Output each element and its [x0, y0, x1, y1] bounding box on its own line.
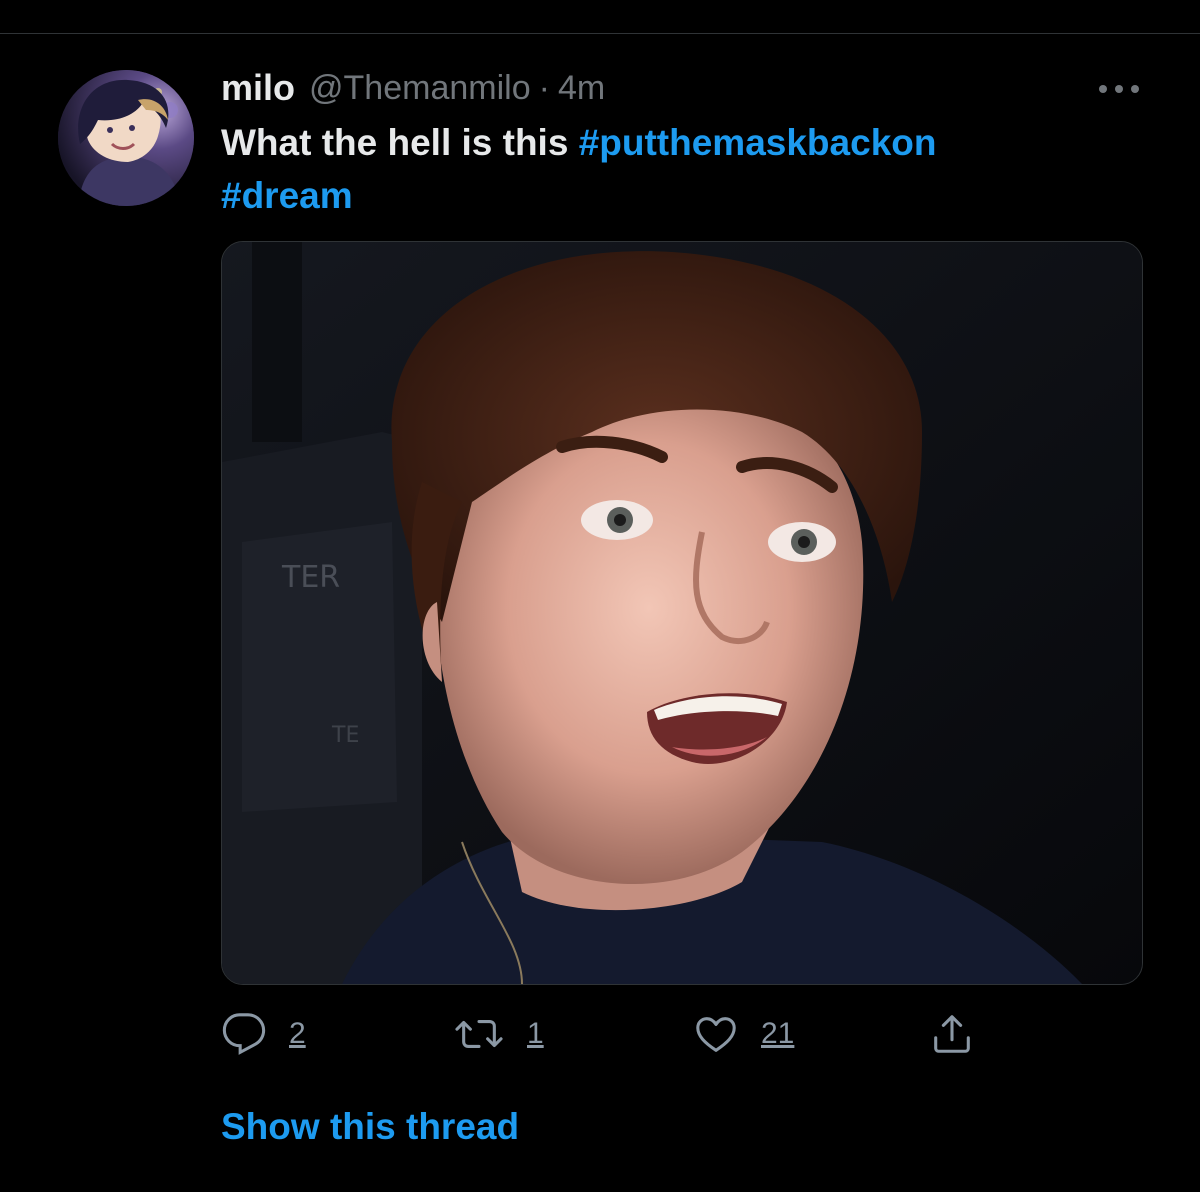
share-button[interactable] — [929, 1008, 975, 1060]
reply-count: 2 — [289, 1017, 306, 1050]
timestamp[interactable]: 4m — [558, 69, 605, 108]
user-handle[interactable]: @Themanmilo — [309, 69, 531, 108]
heart-icon — [696, 1017, 736, 1052]
display-name[interactable]: milo — [221, 67, 295, 109]
retweet-arrows-icon — [455, 1020, 503, 1048]
tweet-header: milo @Themanmilo · 4m — [221, 66, 605, 110]
top-divider — [0, 33, 1200, 34]
like-count: 21 — [761, 1017, 795, 1050]
hashtag-dream[interactable]: #dream — [221, 175, 353, 216]
reply-bubble-icon — [222, 1013, 266, 1055]
separator-dot: · — [538, 68, 550, 107]
tweet-media-image[interactable]: TER TE — [221, 241, 1143, 985]
reply-button[interactable]: 2 — [221, 1008, 306, 1060]
more-options-button[interactable] — [1093, 74, 1145, 104]
avatar[interactable] — [58, 70, 194, 206]
tweet-text: What the hell is this #putthemaskbackon … — [221, 116, 1121, 222]
retweet-count: 1 — [527, 1017, 544, 1050]
like-button[interactable]: 21 — [693, 1008, 794, 1060]
chair-logo-text-lower: TE — [331, 723, 359, 748]
tweet-actions: 2 1 21 — [221, 1008, 1021, 1060]
avatar-image — [58, 70, 194, 206]
chair-logo-text: TER — [281, 560, 340, 595]
hashtag-putthemaskbackon[interactable]: #putthemaskbackon — [579, 122, 937, 163]
tweet-text-body: What the hell is this — [221, 122, 579, 163]
more-dots-icon — [1099, 85, 1139, 93]
media-photo: TER TE — [222, 242, 1142, 984]
share-upload-icon — [934, 1015, 970, 1053]
show-thread-link[interactable]: Show this thread — [221, 1106, 519, 1148]
retweet-button[interactable]: 1 — [453, 1008, 544, 1060]
